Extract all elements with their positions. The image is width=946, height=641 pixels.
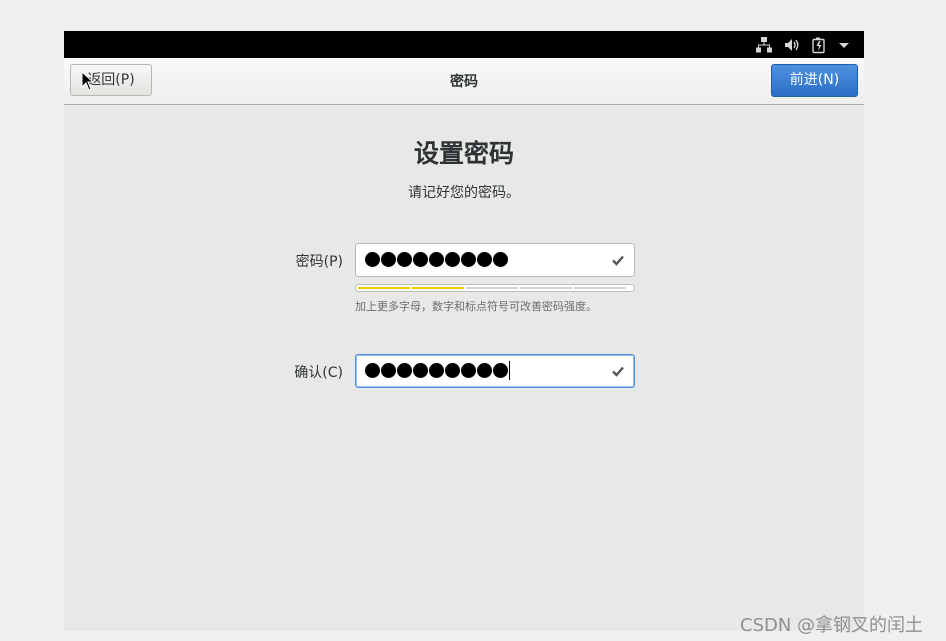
password-dot: [429, 363, 444, 378]
watermark: CSDN @拿钢叉的闰土: [740, 615, 924, 636]
password-dot: [381, 252, 396, 267]
checkmark-icon: [611, 364, 625, 378]
password-dot: [477, 252, 492, 267]
installer-window: 返回(P) 密码 前进(N) 设置密码 请记好您的密码。 密码(P) 加上更多字…: [64, 31, 864, 631]
text-caret: [509, 361, 510, 380]
password-dot: [413, 363, 428, 378]
strength-hint: 加上更多字母，数字和标点符号可改善密码强度。: [355, 300, 597, 313]
next-button[interactable]: 前进(N): [771, 64, 858, 97]
password-dot: [493, 252, 508, 267]
battery-icon[interactable]: [811, 36, 829, 54]
strength-segment: [358, 287, 410, 289]
password-field[interactable]: [355, 243, 635, 277]
confirm-password-field[interactable]: [355, 354, 635, 388]
network-icon[interactable]: [755, 36, 773, 54]
page-subtitle: 请记好您的密码。: [408, 185, 520, 201]
password-dot: [461, 252, 476, 267]
password-dot: [493, 363, 508, 378]
password-dot: [477, 363, 492, 378]
mouse-cursor-icon: [81, 71, 94, 91]
password-dot: [365, 363, 380, 378]
password-dot: [461, 363, 476, 378]
chevron-down-icon[interactable]: [835, 36, 853, 54]
page-title: 设置密码: [413, 139, 514, 168]
checkmark-icon: [611, 253, 625, 267]
strength-segment: [520, 287, 572, 289]
password-dot: [397, 363, 412, 378]
strength-segment: [574, 287, 626, 289]
confirm-label: 确认(C): [294, 365, 343, 381]
password-dot: [445, 363, 460, 378]
password-dot: [365, 252, 380, 267]
header-title: 密码: [450, 74, 478, 90]
password-masked-value: [365, 252, 509, 268]
password-dot: [445, 252, 460, 267]
password-dot: [381, 363, 396, 378]
confirm-masked-value: [365, 361, 510, 380]
strength-segment: [466, 287, 518, 289]
password-dot: [429, 252, 444, 267]
header-bar: 返回(P) 密码 前进(N): [64, 58, 864, 105]
strength-segment: [412, 287, 464, 289]
password-dot: [413, 252, 428, 267]
password-strength-meter: [355, 284, 635, 292]
password-label: 密码(P): [295, 254, 343, 270]
system-top-bar: [64, 31, 864, 58]
password-dot: [397, 252, 412, 267]
volume-icon[interactable]: [783, 36, 801, 54]
